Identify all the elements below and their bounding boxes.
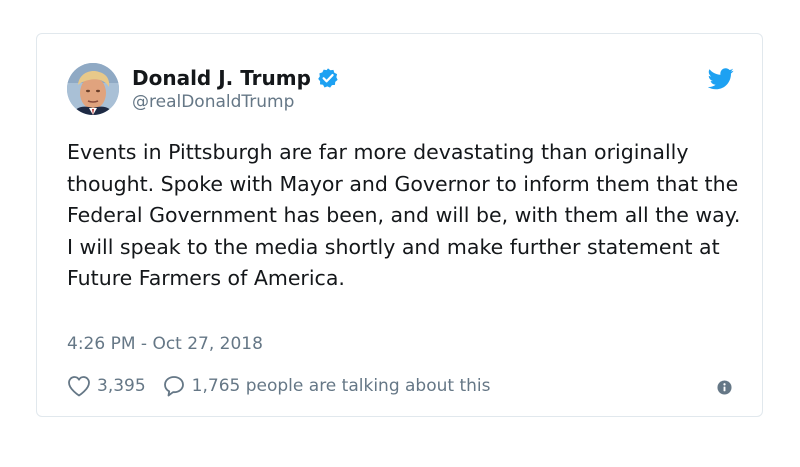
reply-button[interactable]: 1,765 people are talking about this	[162, 374, 491, 398]
author-handle[interactable]: @realDonaldTrump	[132, 92, 294, 112]
author-name-row[interactable]: Donald J. Trump	[132, 64, 339, 92]
tweet-text: Events in Pittsburgh are far more devast…	[67, 140, 741, 290]
twitter-bird-icon[interactable]	[707, 68, 734, 90]
avatar-image	[67, 63, 119, 115]
like-count: 3,395	[97, 376, 146, 396]
info-icon[interactable]	[717, 380, 732, 395]
talking-about-count[interactable]: 1,765 people are talking about this	[192, 376, 491, 396]
avatar[interactable]	[67, 63, 119, 115]
speech-bubble-icon	[162, 374, 186, 398]
author-name[interactable]: Donald J. Trump	[132, 66, 311, 90]
tweet-timestamp[interactable]: 4:26 PM - Oct 27, 2018	[67, 334, 263, 354]
tweet-card[interactable]: Donald J. Trump @realDonaldTrump Events …	[36, 33, 763, 417]
like-button[interactable]: 3,395	[67, 375, 162, 397]
tweet-actions: 3,395 1,765 people are talking about thi…	[67, 373, 490, 399]
heart-icon	[67, 375, 91, 397]
verified-badge-icon	[317, 67, 339, 89]
